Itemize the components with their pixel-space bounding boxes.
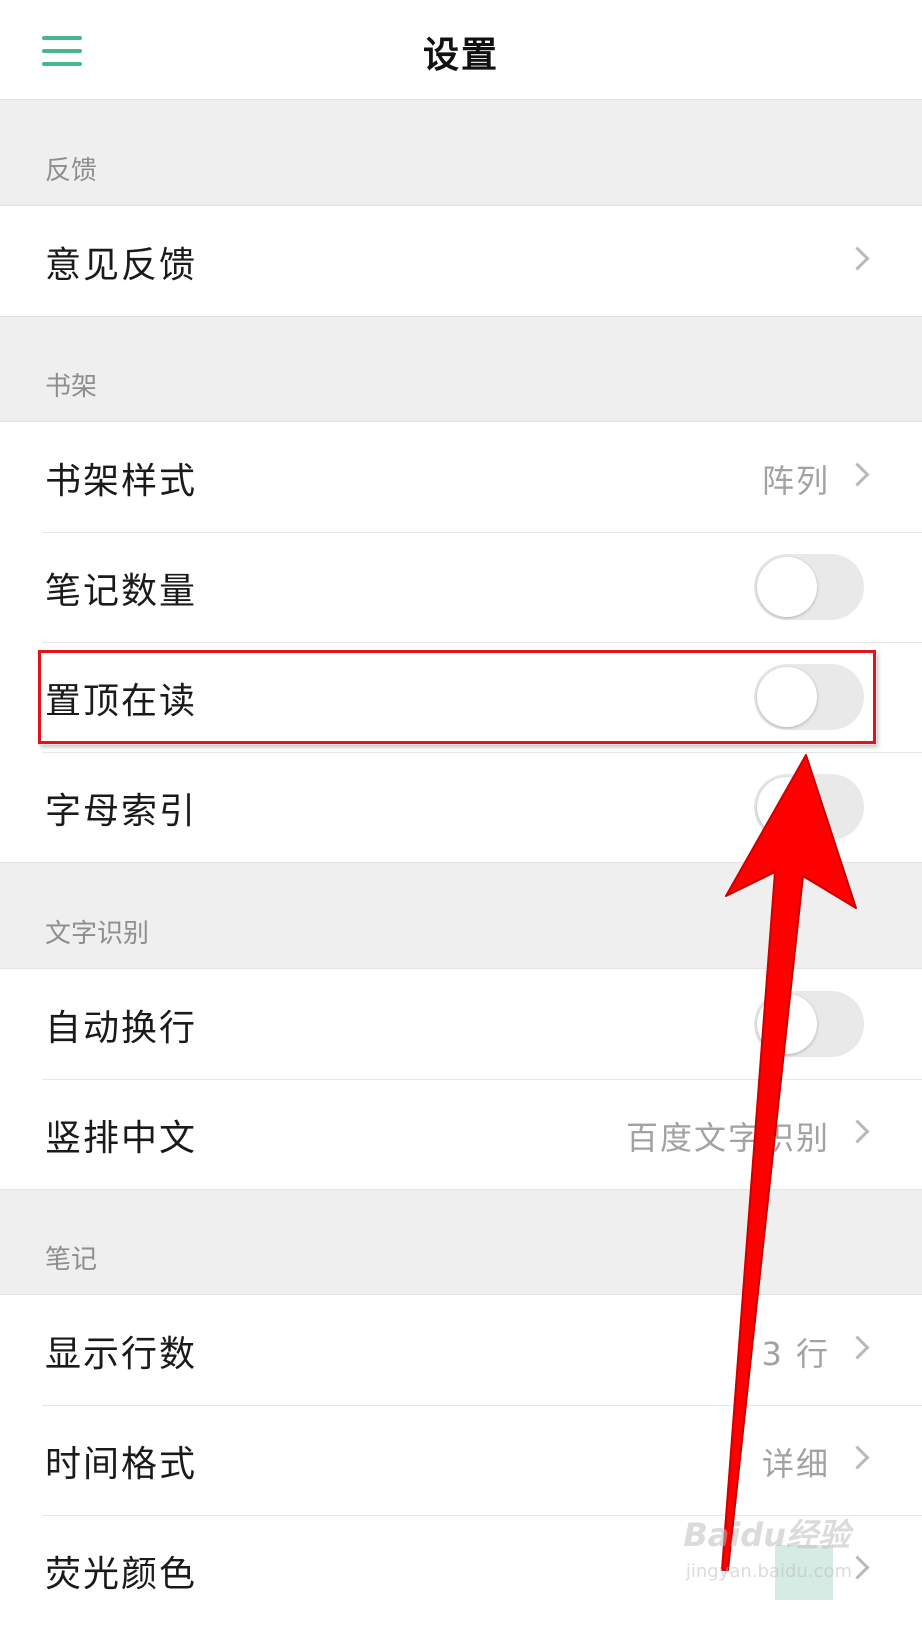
watermark-url: jingyan.baidu.com — [685, 1561, 852, 1582]
watermark-logo: Baidu经验 — [683, 1516, 850, 1554]
annotation-arrow — [721, 754, 857, 1571]
